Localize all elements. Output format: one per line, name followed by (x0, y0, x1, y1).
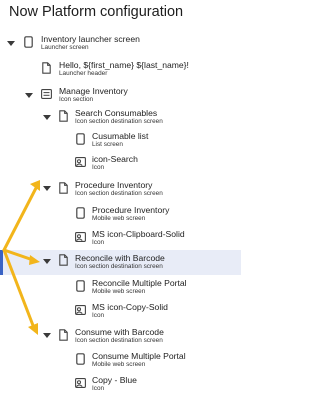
page-title: Now Platform configuration (9, 4, 184, 20)
node-type: Icon (92, 312, 105, 319)
document-icon (59, 110, 68, 122)
node-type: Mobile web screen (92, 361, 146, 368)
document-icon (59, 182, 68, 194)
mobile-phone-icon (24, 36, 33, 48)
node-type: Icon section destination screen (75, 118, 163, 125)
node-type: Icon section destination screen (75, 263, 163, 270)
node-label: icon-Search (92, 154, 138, 164)
node-label: MS icon-Clipboard-Solid (92, 229, 185, 239)
chevron-down-icon[interactable] (43, 259, 51, 264)
node-type: Icon section (59, 96, 94, 103)
tree-node-copy-blue[interactable]: Copy - Blue Icon (0, 374, 241, 400)
tree-node-consume-multiple-portal[interactable]: Consume Multiple Portal Mobile web scree… (0, 350, 241, 376)
node-label: Consume with Barcode (75, 327, 164, 337)
document-icon (42, 62, 51, 74)
node-label: Reconcile Multiple Portal (92, 278, 187, 288)
node-type: Icon (92, 239, 105, 246)
tree-node-launcher-header[interactable]: Hello, ${first_name} ${last_name}! Launc… (0, 59, 241, 85)
node-label: Hello, ${first_name} ${last_name}! (59, 60, 189, 70)
chevron-down-icon[interactable] (7, 41, 15, 46)
mobile-phone-icon (76, 133, 85, 145)
tree-node-procedure-inventory[interactable]: Procedure Inventory Icon section destina… (0, 179, 241, 205)
node-label: Reconcile with Barcode (75, 253, 165, 263)
node-label: Manage Inventory (59, 86, 128, 96)
node-label: Search Consumables (75, 108, 158, 118)
document-icon (59, 254, 68, 266)
tree-node-procedure-inventory-mobile[interactable]: Procedure Inventory Mobile web screen (0, 204, 241, 230)
node-type: Icon (92, 164, 105, 171)
node-type: Launcher screen (41, 44, 89, 51)
node-label: Inventory launcher screen (41, 34, 140, 44)
tree-node-reconcile-multiple-portal[interactable]: Reconcile Multiple Portal Mobile web scr… (0, 277, 241, 303)
node-label: Procedure Inventory (92, 205, 170, 215)
image-icon (75, 157, 86, 167)
mobile-phone-icon (76, 353, 85, 365)
node-type: Icon section destination screen (75, 190, 163, 197)
node-type: Mobile web screen (92, 288, 146, 295)
document-icon (59, 329, 68, 341)
node-type: Launcher header (59, 70, 108, 77)
node-type: List screen (92, 141, 123, 148)
chevron-down-icon[interactable] (25, 93, 33, 98)
node-type: Mobile web screen (92, 215, 146, 222)
tree-node-icon-search[interactable]: icon-Search Icon (0, 153, 241, 179)
node-label: MS icon-Copy-Solid (92, 302, 168, 312)
tree-node-ms-icon-copy-solid[interactable]: MS icon-Copy-Solid Icon (0, 301, 241, 327)
mobile-phone-icon (76, 207, 85, 219)
node-type: Icon section destination screen (75, 337, 163, 344)
chevron-down-icon[interactable] (43, 115, 51, 120)
node-label: Consume Multiple Portal (92, 351, 186, 361)
node-type: Icon (92, 385, 105, 392)
image-icon (75, 378, 86, 388)
tree-node-reconcile-with-barcode[interactable]: Reconcile with Barcode Icon section dest… (0, 250, 241, 275)
chevron-down-icon[interactable] (43, 333, 51, 338)
image-icon (75, 305, 86, 315)
tree-node-consume-with-barcode[interactable]: Consume with Barcode Icon section destin… (0, 326, 241, 352)
chevron-down-icon[interactable] (43, 186, 51, 191)
node-label: Procedure Inventory (75, 180, 153, 190)
node-label: Cusumable list (92, 131, 149, 141)
image-icon (75, 232, 86, 242)
node-label: Copy - Blue (92, 375, 137, 385)
icon-section-icon (41, 89, 52, 99)
mobile-phone-icon (76, 280, 85, 292)
tree-node-inventory-launcher-screen[interactable]: Inventory launcher screen Launcher scree… (0, 33, 241, 59)
